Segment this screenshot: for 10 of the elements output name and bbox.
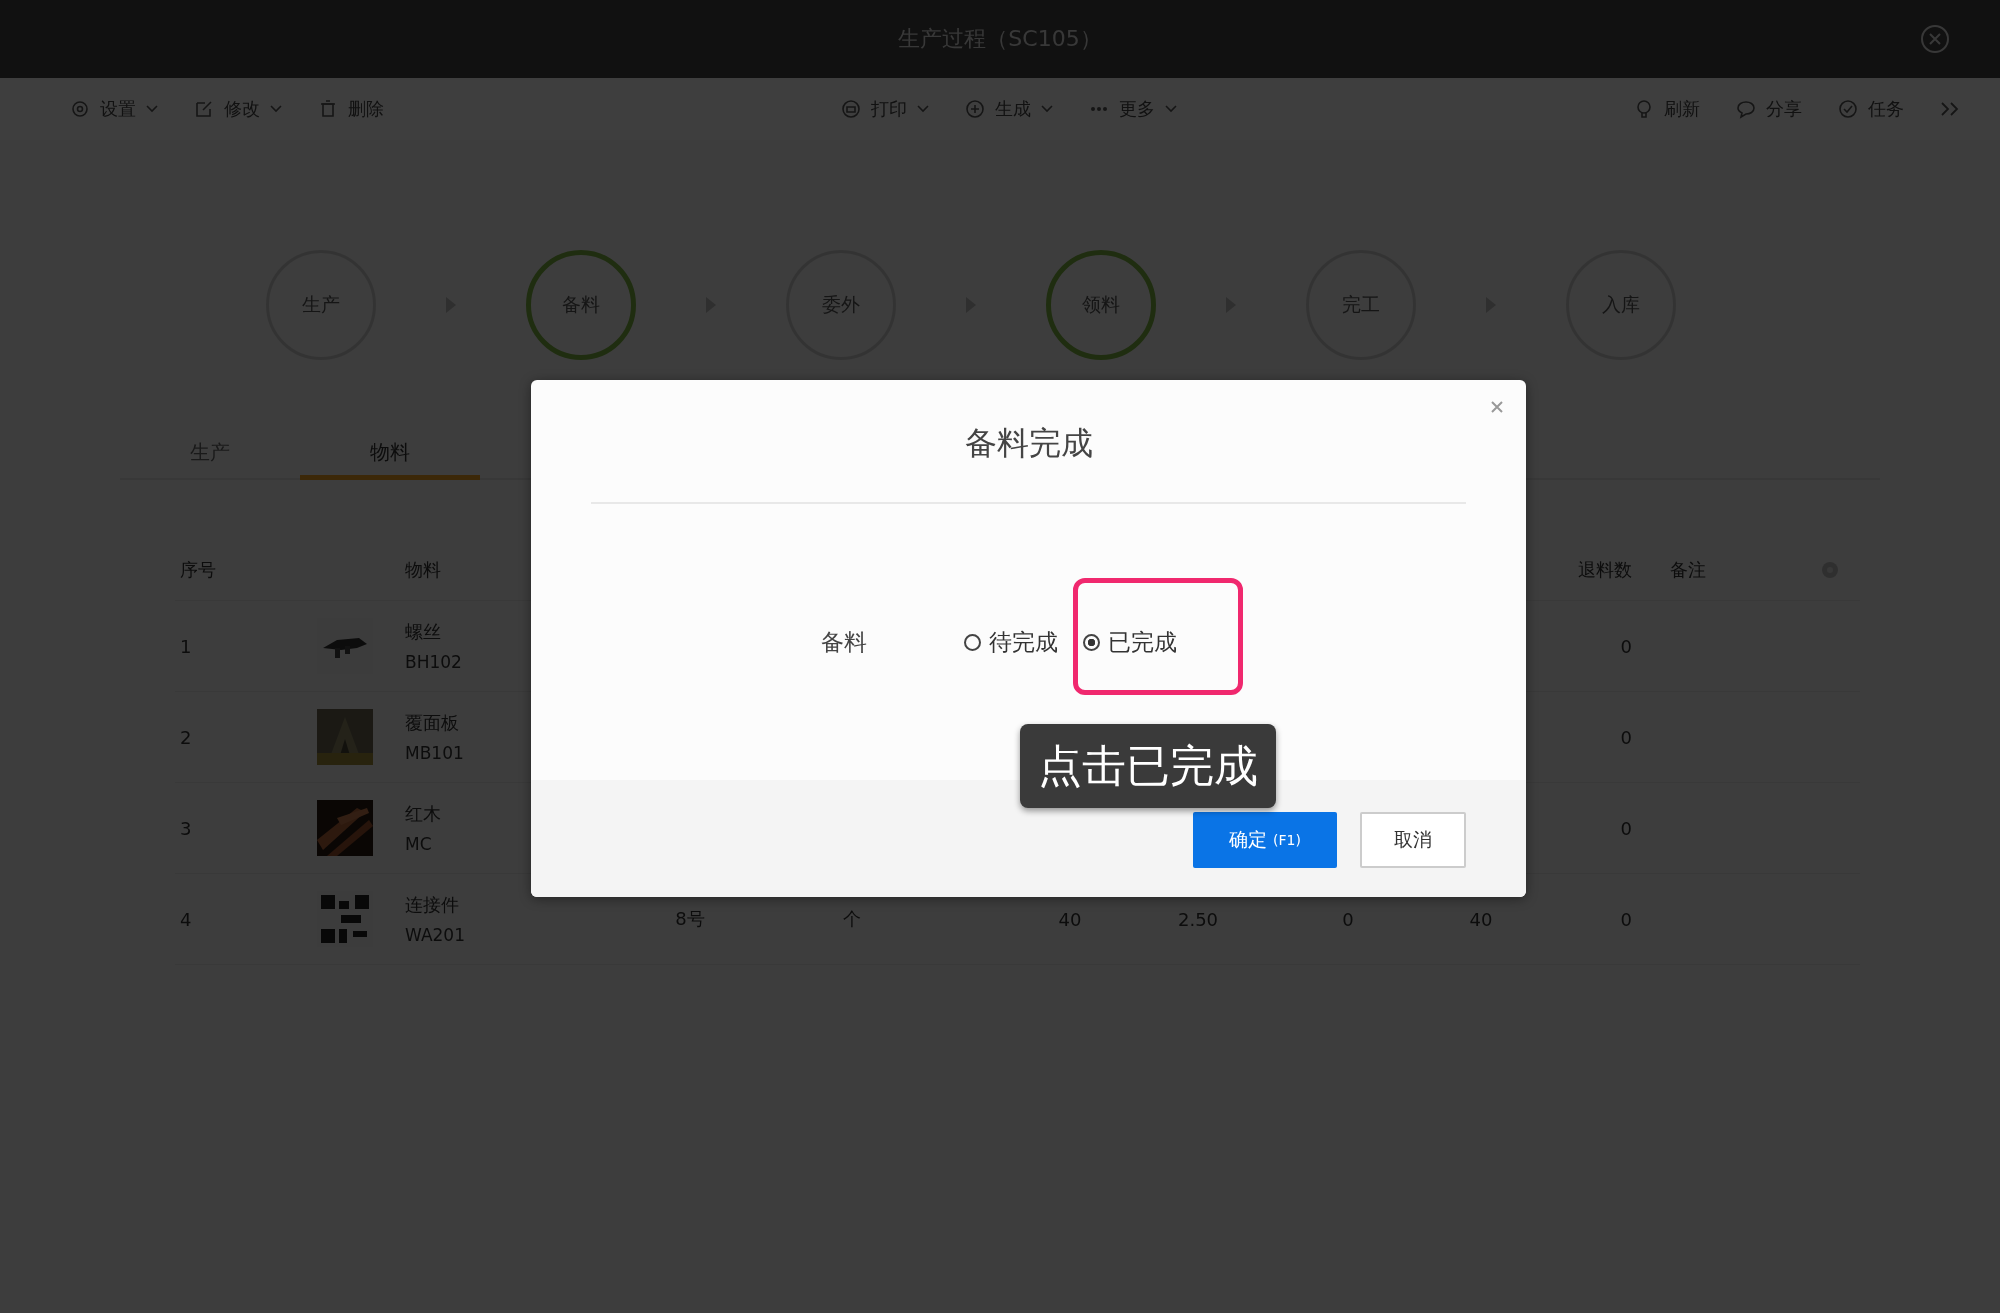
confirm-button[interactable]: 确定 (F1) xyxy=(1193,812,1337,868)
radio-option[interactable]: 待完成 xyxy=(964,626,1058,658)
close-icon[interactable] xyxy=(1490,400,1504,414)
radio-circle[interactable] xyxy=(964,633,981,651)
radio-option[interactable]: 已完成 xyxy=(1083,626,1177,658)
cancel-button[interactable]: 取消 xyxy=(1360,812,1466,868)
radio-circle[interactable] xyxy=(1083,633,1100,651)
dialog-title: 备料完成 xyxy=(964,423,1093,464)
tooltip: 点击已完成 xyxy=(1020,724,1276,808)
field-label: 备料 xyxy=(821,627,867,657)
